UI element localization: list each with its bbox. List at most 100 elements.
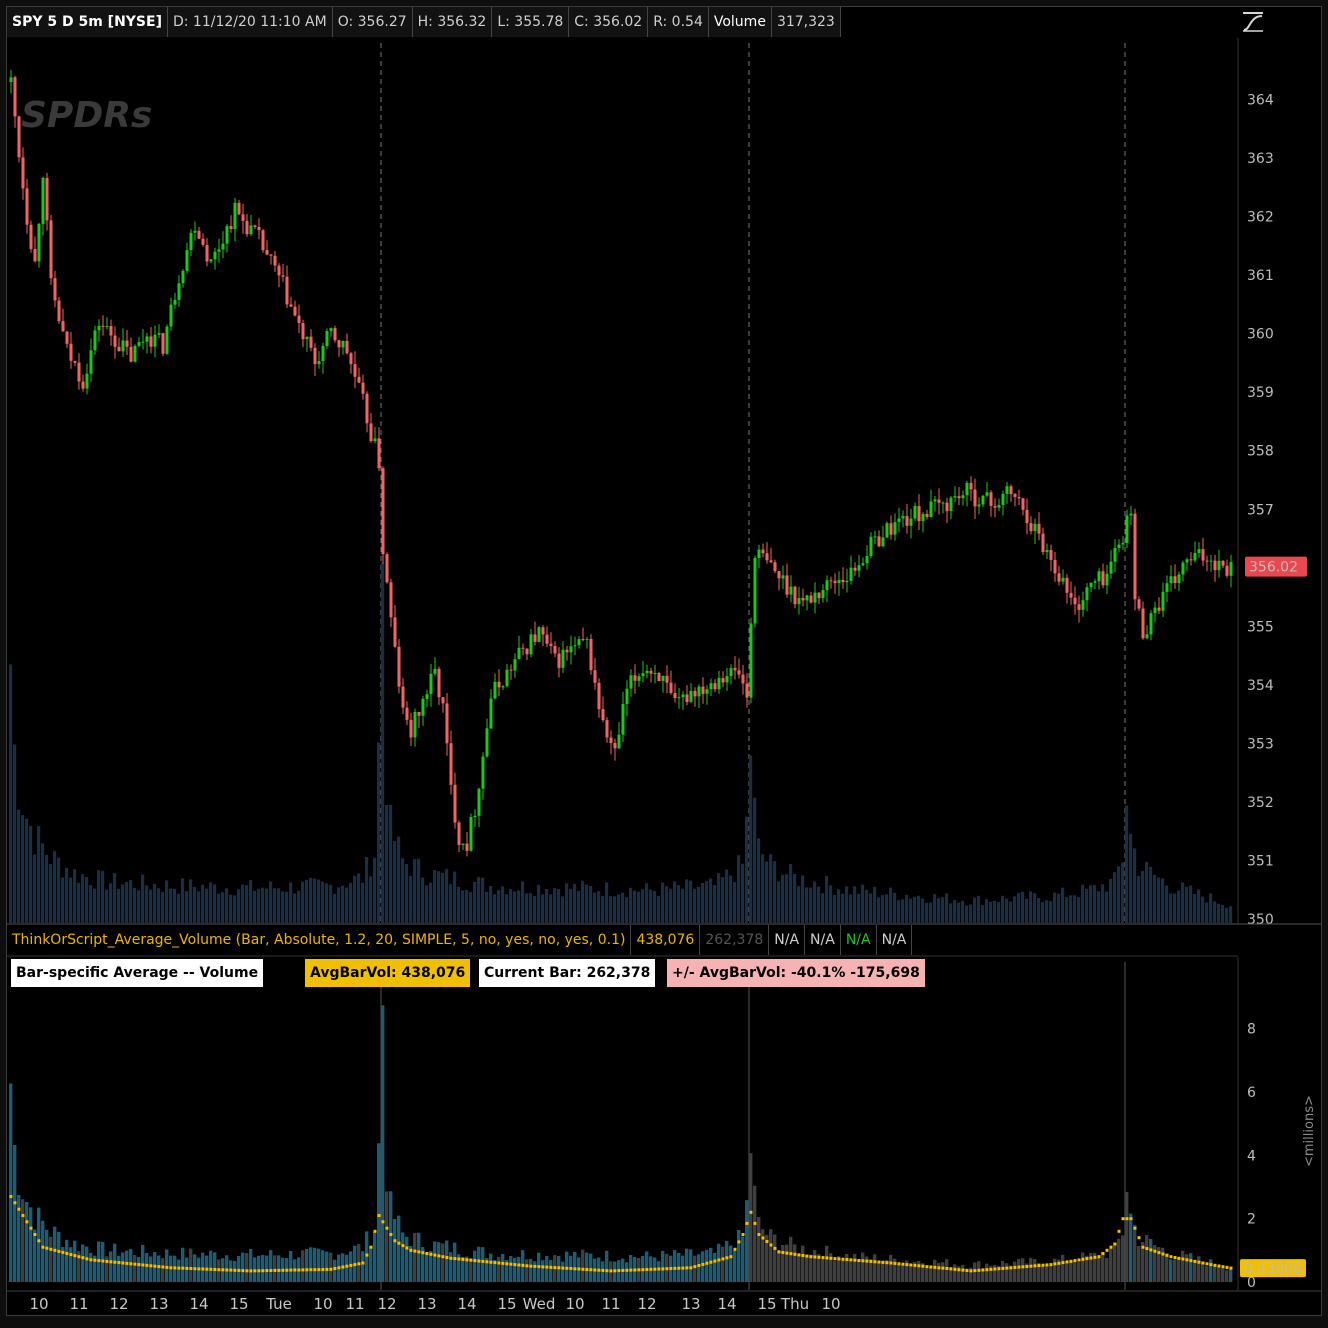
lower-volume-bar (1033, 1259, 1037, 1282)
volume-overlay-bar (517, 890, 521, 923)
candle-body (833, 580, 837, 584)
candle-body (93, 330, 97, 351)
lower-volume-bar (1189, 1253, 1193, 1282)
avg-volume-point (745, 1221, 749, 1225)
volume-overlay-bar (321, 881, 325, 923)
candle-body (1029, 523, 1033, 532)
candle-body (1193, 553, 1197, 561)
volume-overlay-bar (193, 887, 197, 923)
lower-volume-bar (737, 1230, 741, 1282)
symbol-label[interactable]: SPY 5 D 5m [NYSE] (7, 7, 168, 37)
avg-volume-point (653, 1267, 657, 1271)
avg-volume-point (977, 1268, 981, 1272)
label-current-bar: Current Bar: 262,378 (479, 959, 656, 987)
volume-overlay-bar (73, 869, 77, 923)
volume-overlay-bar (677, 885, 681, 923)
avg-volume-point (245, 1269, 249, 1273)
candle-body (97, 325, 101, 331)
avg-volume-point (1221, 1265, 1225, 1269)
avg-volume-point (797, 1253, 801, 1257)
volume-overlay-bar (125, 882, 129, 923)
candle-body (553, 646, 557, 654)
candle-body (549, 643, 553, 646)
avg-volume-point (269, 1269, 273, 1272)
candle-body (897, 518, 901, 523)
volume-overlay-bar (405, 864, 409, 923)
volume-overlay-bar (121, 884, 125, 923)
lower-volume-bar (753, 1185, 757, 1282)
candle-body (21, 157, 25, 189)
candle-body (1081, 600, 1085, 610)
volume-overlay-bar (737, 855, 741, 923)
volume-overlay-bar (1033, 893, 1037, 923)
volume-overlay-bar (701, 883, 705, 923)
candle-body (321, 346, 325, 361)
lower-volume-bar (209, 1250, 213, 1282)
lower-volume-bar (305, 1249, 309, 1282)
lower-volume-bar (741, 1236, 745, 1282)
candle-body (445, 703, 449, 744)
avg-volume-point (1021, 1265, 1025, 1269)
candle-body (1129, 513, 1133, 516)
volume-overlay-bar (1209, 893, 1213, 923)
volume-overlay-bar (85, 876, 89, 923)
avg-volume-point (1033, 1264, 1037, 1268)
candle-body (905, 516, 909, 526)
volume-overlay-bar (425, 885, 429, 923)
chart-canvas[interactable]: SPDRs35035135235335435535635735835936036… (7, 7, 1321, 1315)
chart-settings-icon[interactable] (1240, 10, 1266, 34)
lower-volume-bar (277, 1255, 281, 1282)
volume-overlay-bar (197, 891, 201, 923)
volume-overlay-bar (1121, 862, 1125, 923)
volume-overlay-bar (825, 875, 829, 923)
avg-volume-point (121, 1261, 125, 1265)
candle-body (169, 304, 173, 327)
lower-volume-bar (801, 1245, 805, 1282)
avg-volume-point (861, 1259, 865, 1263)
volume-overlay-bar (817, 886, 821, 923)
candle-body (137, 342, 141, 346)
avg-volume-point (461, 1257, 465, 1261)
volume-overlay-bar (205, 888, 209, 923)
study-na-2: N/A (805, 925, 841, 955)
lower-volume-bar (365, 1231, 369, 1282)
lower-unit-label: <millions> (1302, 1095, 1317, 1167)
candle-body (545, 634, 549, 644)
volume-overlay-bar (1065, 897, 1069, 923)
candle-body (1205, 560, 1209, 562)
avg-volume-point (761, 1236, 765, 1240)
avg-volume-point (17, 1207, 21, 1211)
candle-body (537, 627, 541, 642)
volume-overlay-bar (305, 880, 309, 923)
candle-body (801, 598, 805, 601)
candle-body (341, 340, 345, 348)
candle-body (1037, 523, 1041, 534)
candle-body (225, 226, 229, 244)
volume-overlay-bar (13, 744, 17, 923)
lower-volume-bar (1041, 1265, 1045, 1282)
candle-body (953, 496, 957, 498)
avg-volume-point (389, 1233, 393, 1236)
avg-volume-point (933, 1265, 937, 1269)
volume-overlay-bar (457, 886, 461, 923)
volume-overlay-bar (921, 898, 925, 923)
candle-body (1113, 548, 1117, 562)
lower-volume-bar (121, 1252, 125, 1282)
avg-volume-point (749, 1210, 753, 1214)
candle-body (941, 502, 945, 504)
volume-overlay-bar (957, 902, 961, 923)
candle-body (1021, 498, 1025, 510)
candle-body (637, 676, 641, 681)
volume-overlay-bar (33, 854, 37, 923)
avg-volume-point (741, 1233, 745, 1236)
volume-overlay-bar (493, 894, 497, 923)
candle-body (201, 238, 205, 245)
lower-volume-bar (709, 1247, 713, 1282)
candle-body (865, 556, 869, 564)
lower-volume-bar (385, 1191, 389, 1282)
lower-volume-bar (897, 1264, 901, 1282)
candle-body (753, 558, 757, 624)
study-name[interactable]: ThinkOrScript_Average_Volume (Bar, Absol… (7, 925, 632, 955)
candle-body (365, 393, 369, 424)
volume-overlay-bar (409, 876, 413, 923)
